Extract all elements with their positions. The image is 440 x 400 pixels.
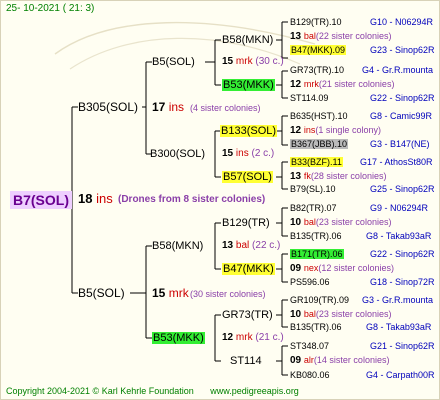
gen1-note-2: (30 sister colonies) [190,289,266,299]
gen2-drone-info-1: 15 mrk (30 c.) [222,55,284,69]
gen4-id-4: G22 - Sinop62R [370,93,435,103]
gen4-id-6: G3 - B147(NE) [370,139,430,149]
gen2-note-4: (21 c.) [255,332,284,343]
gen3-queen-8[interactable]: ST114 [230,354,262,368]
gen2-queen-4-label: B53(MKK) [152,332,205,344]
gen1-note-1: (4 sister colonies) [190,103,261,113]
gen3-queen-4-label: B57(SOL) [222,171,273,183]
gen2-count-1: 15 [222,56,234,67]
gen4-queen-5[interactable]: B635(HST).10 [290,110,348,122]
gen4-queen-4[interactable]: ST114.09 [290,92,328,104]
gen4-queen-9[interactable]: B82(TR).07 [290,202,337,214]
gen2-drone-info-2: 15 ins (2 c.) [222,147,274,161]
gen4-id-14: G8 - Takab93aR [366,322,432,332]
gen2-note-2: (2 c.) [251,148,275,159]
gen2-unit-2: ins [235,148,249,159]
gen4-queen-3[interactable]: GR73(TR).10 [290,64,344,76]
gen2-queen-4[interactable]: B53(MKK) [152,331,205,345]
gen4-id-9: G9 - N06294R [370,203,429,213]
gen3-queen-5[interactable]: B129(TR) [222,216,270,230]
gen1-drone-info-2: 15 mrk [152,286,189,300]
gen4-queen-6-label: B367(JBB).10 [290,139,349,149]
gen1-unit-2: mrk [168,286,189,300]
gen4-id-10: G8 - Takab93aR [366,231,432,241]
gen4-queen-2[interactable]: B47(MKK).09 [290,44,347,56]
gen1-unit-1: ins [168,100,185,114]
gen4-drone-2: 12 mrk(21 sister colonies) [290,79,395,90]
root-note: (Drones from 8 sister colonies) [118,194,266,205]
gen4-queen-8[interactable]: B79(SL).10 [290,183,336,195]
gen4-id-5: G8 - Camic99R [370,111,433,121]
gen2-queen-1[interactable]: B5(SOL) [152,55,195,69]
gen3-queen-1[interactable]: B58(MKN) [222,33,273,47]
gen4-drone-6: 09 nex(12 sister colonies) [290,263,394,274]
gen4-queen-10[interactable]: B135(TR).06 [290,230,342,242]
gen4-id-3: G4 - Gr.R.mounta [362,65,434,75]
gen4-id-8: G25 - Sinop62R [370,184,435,194]
gen4-id-16: G4 - Carpath00R [366,370,435,380]
gen4-queen-16[interactable]: KB080.06 [290,369,330,381]
gen3-queen-6[interactable]: B47(MKK) [222,262,275,276]
gen2-queen-3[interactable]: B58(MKN) [152,239,203,253]
root-drone-info: 18 ins [78,192,113,206]
website-link[interactable]: www.pedigreeapis.org [210,386,299,396]
gen4-queen-13[interactable]: GR109(TR).09 [290,294,349,306]
gen4-id-1: G10 - N06294R [370,17,434,27]
gen2-drone-info-3: 13 bal (22 c.) [222,239,280,253]
gen3-queen-2[interactable]: B53(MKK) [222,78,275,92]
gen3-queen-4[interactable]: B57(SOL) [222,170,273,184]
gen1-queen-2[interactable]: B5(SOL) [78,286,125,300]
footer: Copyright 2004-2021 © Karl Kehrle Founda… [6,386,299,396]
gen4-queen-11-label: B171(TR).06 [290,249,344,259]
gen2-drone-info-4: 12 mrk (21 c.) [222,331,284,345]
gen4-id-15: G21 - Sinop62R [370,341,435,351]
gen4-id-11: G22 - Sinop62R [370,249,435,259]
gen1-count-1: 17 [152,100,166,114]
gen2-count-3: 13 [222,240,234,251]
gen1-count-2: 15 [152,286,166,300]
gen4-id-13: G3 - Gr.R.mounta [362,295,434,305]
gen2-queen-2[interactable]: B300(SOL) [150,147,205,161]
gen4-queen-15[interactable]: ST348.07 [290,340,329,352]
gen3-queen-3-label: B133(SOL) [220,125,278,137]
gen2-unit-3: bal [235,240,250,251]
gen4-queen-7[interactable]: B33(BZF).11 [290,156,343,168]
gen4-drone-4: 13 fk(28 sister colonies) [290,171,387,182]
gen4-id-2: G23 - Sinop62R [370,45,435,55]
gen3-queen-2-label: B53(MKK) [222,79,275,91]
root-count: 18 [78,191,93,206]
root-unit: ins [96,191,113,206]
gen3-queen-3[interactable]: B133(SOL) [220,124,278,138]
gen3-queen-6-label: B47(MKK) [222,263,275,275]
gen4-queen-1[interactable]: B129(TR).10 [290,16,342,28]
copyright-text: Copyright 2004-2021 © Karl Kehrle Founda… [6,386,194,396]
gen1-drone-info-1: 17 ins [152,100,184,114]
root-queen[interactable]: B7(SOL) [10,191,72,209]
gen2-count-4: 12 [222,332,234,343]
gen4-queen-2-label: B47(MKK).09 [290,45,347,55]
gen4-id-7: G17 - AthosSt80R [360,157,433,167]
gen4-queen-11[interactable]: B171(TR).06 [290,248,344,260]
gen4-queen-6[interactable]: B367(JBB).10 [290,138,349,150]
gen2-note-3: (22 c.) [252,240,281,251]
gen4-drone-1: 13 bal(22 sister colonies) [290,31,392,42]
gen2-unit-4: mrk [235,332,253,343]
gen4-drone-7: 10 bal(23 sister colonies) [290,309,392,320]
gen4-drone-5: 10 bal(23 sister colonies) [290,217,392,228]
gen4-drone-3: 12 ins(1 single colony) [290,125,381,136]
gen2-unit-1: mrk [235,56,253,67]
gen4-queen-7-label: B33(BZF).11 [290,157,343,167]
gen4-queen-14[interactable]: B135(TR).06 [290,321,342,333]
gen2-count-2: 15 [222,148,234,159]
gen4-queen-12[interactable]: PS596.06 [290,276,330,288]
gen1-queen-1[interactable]: B305(SOL) [78,100,138,114]
gen4-drone-8: 09 alr(14 sister colonies) [290,355,390,366]
gen3-queen-7[interactable]: GR73(TR) [222,308,273,322]
gen2-note-1: (30 c.) [255,56,284,67]
gen4-id-12: G18 - Sinop72R [370,277,435,287]
